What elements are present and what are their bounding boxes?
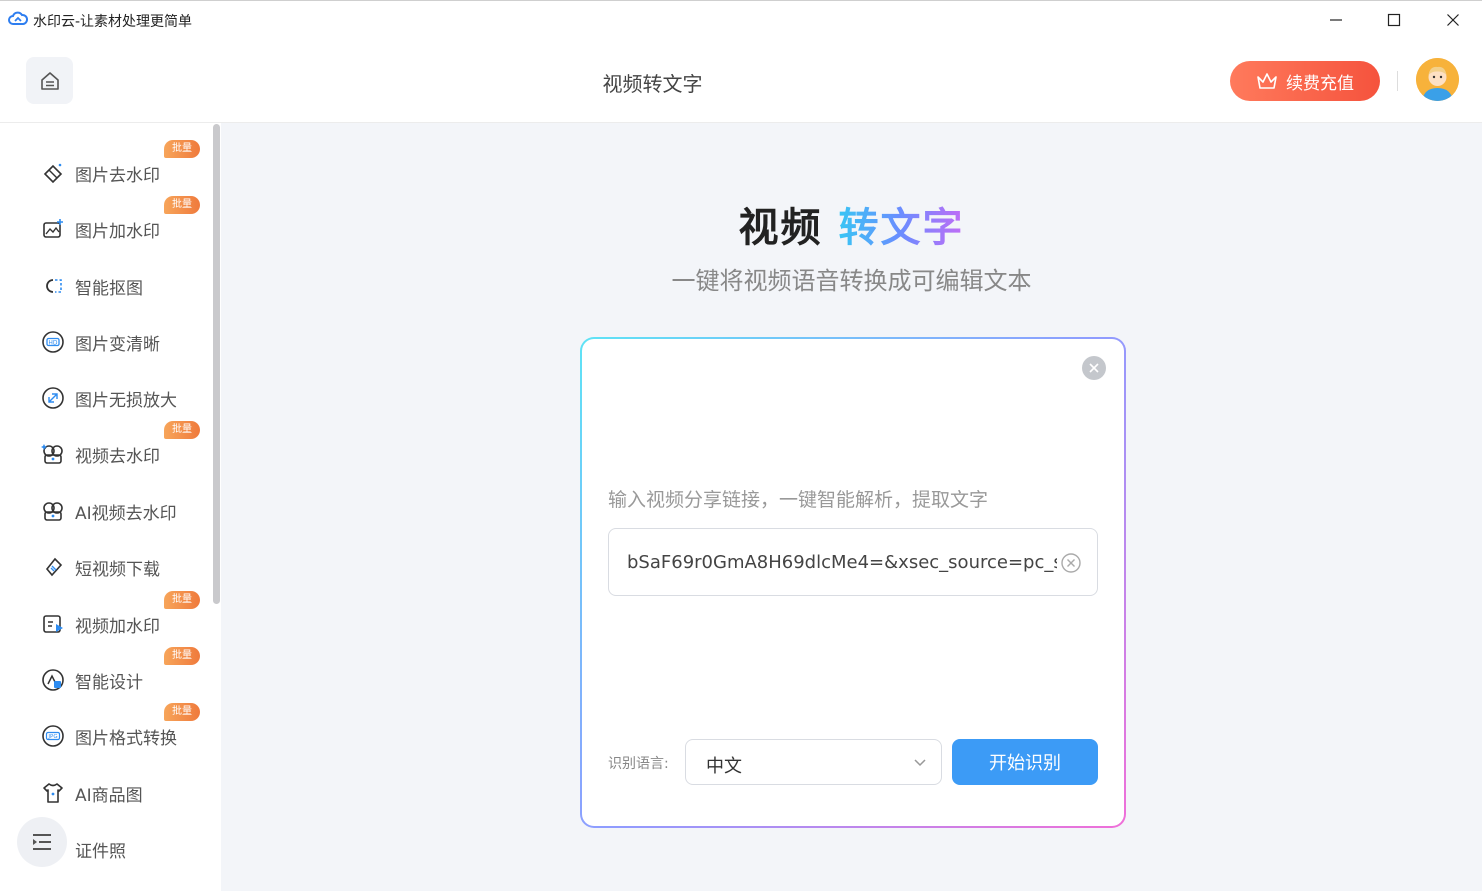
sidebar-item-label: AI视频去水印	[75, 503, 177, 524]
menu-collapse-icon	[33, 834, 51, 850]
ai-video-icon	[40, 498, 66, 524]
hero-title: 视频 转文字	[221, 195, 1482, 253]
sidebar-scrollbar[interactable]	[213, 124, 220, 604]
enlarge-icon	[40, 385, 66, 411]
hd-icon: HD	[40, 329, 66, 355]
minimize-button[interactable]	[1307, 1, 1365, 39]
batch-badge: 批量	[164, 140, 200, 158]
sidebar-item-short-video-download[interactable]: 短视频下载	[40, 547, 205, 587]
sidebar-item-label: 图片无损放大	[75, 390, 177, 411]
maximize-button[interactable]	[1365, 1, 1423, 39]
sidebar-item-smart-design[interactable]: 智能设计 批量	[40, 647, 205, 700]
renew-button[interactable]: 续费充值	[1230, 61, 1380, 101]
sidebar-item-video-watermark-add[interactable]: 视频加水印 批量	[40, 591, 205, 644]
page-title: 视频转文字	[602, 72, 703, 96]
sidebar-item-image-enhance[interactable]: HD 图片变清晰	[40, 322, 205, 362]
sidebar-item-label: 视频去水印	[75, 446, 160, 467]
crown-icon	[1257, 73, 1277, 89]
video-sparkle-icon	[40, 441, 66, 467]
window-title: 水印云-让素材处理更简单	[33, 14, 193, 30]
sidebar-item-label: 视频加水印	[75, 616, 160, 637]
sidebar-item-label: 短视频下载	[75, 559, 160, 580]
language-select[interactable]: 中文	[685, 739, 942, 785]
renew-label: 续费充值	[1286, 73, 1354, 94]
cutout-icon	[40, 273, 66, 299]
sidebar-item-video-watermark-remove[interactable]: 视频去水印 批量	[40, 421, 205, 474]
upload-card: 输入视频分享链接，一键智能解析，提取文字 bSaF69r0GmA8H69dlcM…	[580, 337, 1126, 828]
user-avatar-icon	[1416, 58, 1459, 101]
svg-text:JPG: JPG	[47, 734, 57, 740]
sidebar-item-label: 图片加水印	[75, 221, 160, 242]
shirt-icon	[40, 780, 66, 806]
clear-input-icon[interactable]	[1060, 552, 1082, 574]
sidebar-item-image-watermark-remove[interactable]: 图片去水印 批量	[40, 140, 205, 193]
batch-badge: 批量	[164, 421, 200, 439]
batch-badge: 批量	[164, 647, 200, 665]
cloud-logo-icon	[8, 10, 29, 30]
start-recognition-button[interactable]: 开始识别	[952, 739, 1098, 785]
avatar[interactable]	[1416, 58, 1459, 101]
sidebar-item-ai-product-image[interactable]: AI商品图	[40, 773, 205, 813]
sidebar-item-label: 智能抠图	[75, 278, 143, 299]
language-label: 识别语言:	[608, 756, 669, 772]
image-add-icon	[40, 216, 66, 242]
card-hint: 输入视频分享链接，一键智能解析，提取文字	[608, 489, 989, 511]
sidebar-item-label: 智能设计	[75, 672, 143, 693]
sidebar-item-image-format-convert[interactable]: JPG 图片格式转换 批量	[40, 703, 205, 756]
download-icon	[40, 554, 66, 580]
sidebar-item-lossless-enlarge[interactable]: 图片无损放大	[40, 378, 205, 418]
close-icon	[1089, 363, 1099, 373]
language-selected-value: 中文	[706, 756, 742, 777]
hero-title-gradient: 转文字	[838, 205, 965, 251]
sidebar-item-label: 图片变清晰	[75, 334, 160, 355]
design-icon	[40, 667, 66, 693]
sidebar-collapse-button[interactable]	[17, 817, 67, 867]
card-close-button[interactable]	[1082, 356, 1106, 380]
sidebar-item-label: 图片去水印	[75, 165, 160, 186]
sidebar-item-label: 证件照	[75, 841, 126, 862]
video-url-value[interactable]: bSaF69r0GmA8H69dlcMe4=&xsec_source=pc_sh…	[627, 552, 1057, 573]
sidebar-item-image-watermark-add[interactable]: 图片加水印 批量	[40, 196, 205, 249]
sidebar-item-label: AI商品图	[75, 785, 143, 806]
hero-title-dark: 视频	[738, 205, 823, 251]
jpg-icon: JPG	[40, 723, 66, 749]
svg-text:HD: HD	[48, 339, 58, 346]
sidebar-item-smart-cutout[interactable]: 智能抠图	[40, 266, 205, 306]
minimize-icon	[1330, 19, 1342, 21]
eraser-icon	[40, 160, 66, 186]
video-url-input[interactable]: bSaF69r0GmA8H69dlcMe4=&xsec_source=pc_sh…	[608, 528, 1098, 596]
sidebar-item-ai-video-watermark-remove[interactable]: AI视频去水印	[40, 491, 205, 531]
chevron-down-icon	[914, 759, 926, 767]
batch-badge: 批量	[164, 591, 200, 609]
app-header: 视频转文字 续费充值	[0, 38, 1482, 123]
close-icon	[1447, 14, 1459, 26]
batch-badge: 批量	[164, 196, 200, 214]
window-titlebar: 水印云-让素材处理更简单	[0, 0, 1482, 38]
header-divider	[1397, 71, 1398, 91]
main-content: 视频 转文字 一键将视频语音转换成可编辑文本 输入视频分享链接，一键智能解析，提…	[221, 123, 1482, 891]
close-window-button[interactable]	[1424, 1, 1482, 39]
sidebar-item-label: 图片格式转换	[75, 728, 177, 749]
batch-badge: 批量	[164, 703, 200, 721]
upload-card-body: 输入视频分享链接，一键智能解析，提取文字 bSaF69r0GmA8H69dlcM…	[582, 339, 1124, 826]
hero-subtitle: 一键将视频语音转换成可编辑文本	[671, 267, 1032, 295]
maximize-icon	[1387, 13, 1401, 27]
video-play-icon	[40, 611, 66, 637]
